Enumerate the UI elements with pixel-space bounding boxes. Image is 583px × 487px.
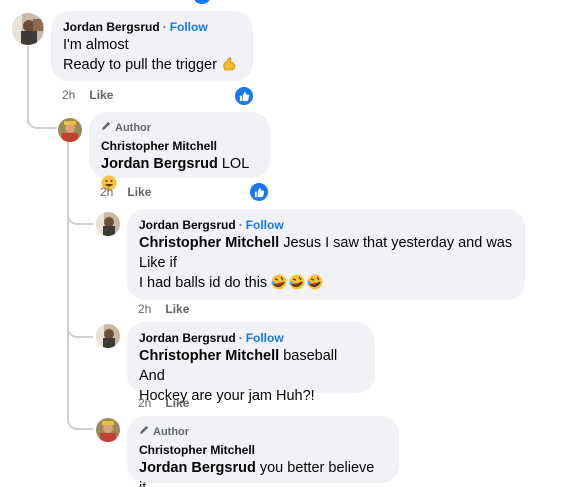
follow-button[interactable]: Follow [246, 218, 284, 232]
comment-text: I'm almost [63, 37, 129, 53]
like-reaction-icon[interactable] [248, 181, 270, 203]
comment-meta: 2h Like [62, 88, 113, 102]
like-button[interactable]: Like [127, 185, 151, 199]
like-reaction-badge [194, 0, 210, 4]
comment-bubble: Jordan Bergsrud · Follow Christopher Mitch… [127, 209, 525, 300]
separator-dot: · [238, 218, 243, 232]
like-reaction-icon[interactable] [233, 85, 255, 107]
avatar[interactable] [12, 13, 44, 45]
comment-meta: 2h Like [100, 185, 151, 199]
comment-bubble: Author Christopher Mitchell Jordan Bergs… [89, 112, 270, 191]
avatar[interactable] [96, 418, 120, 442]
comment-time[interactable]: 2h [100, 185, 113, 199]
author-tag: Author [101, 120, 258, 135]
pencil-icon [101, 120, 112, 135]
avatar[interactable] [96, 212, 120, 236]
comment-meta: 2h Like [138, 396, 189, 410]
comment-text: LOL [217, 156, 249, 172]
follow-button[interactable]: Follow [170, 20, 208, 34]
mention-link[interactable]: Jordan Bergsrud [101, 156, 218, 172]
author-tag-label: Author [153, 425, 190, 438]
comment-text: Ready to pull the trigger [63, 57, 217, 73]
avatar[interactable] [96, 324, 120, 348]
thread-line [67, 142, 69, 412]
thread-curve [67, 410, 93, 430]
author-tag: Author [139, 424, 387, 439]
like-button[interactable]: Like [165, 396, 189, 410]
comment-text: I had balls id do this [139, 275, 272, 291]
comment-time[interactable]: 2h [138, 302, 151, 316]
comment-time[interactable]: 2h [138, 396, 151, 410]
comment-text: Like if [139, 255, 177, 271]
comment-author[interactable]: Jordan Bergsrud [139, 331, 236, 345]
comment-bubble: Jordan Bergsrud · Follow Christopher Mitch… [127, 322, 375, 404]
comment-author[interactable]: Jordan Bergsrud [139, 218, 236, 232]
mention-link[interactable]: Christopher Mitchell [139, 348, 279, 364]
separator-dot: · [162, 20, 167, 34]
comment-thread: Jordan Bergsrud · Follow I'm almost Ready … [0, 0, 583, 487]
comment-bubble: Author Christopher Mitchell Jordan Bergs… [127, 416, 399, 487]
comment-author[interactable]: Jordan Bergsrud [63, 20, 160, 34]
comment-text-line: Ready to pull the trigger [63, 55, 241, 78]
comment-author[interactable]: Christopher Mitchell [101, 138, 258, 154]
avatar[interactable] [58, 118, 82, 142]
thread-curve [67, 318, 93, 338]
thread-curve [67, 205, 93, 225]
like-button[interactable]: Like [89, 88, 113, 102]
separator-dot: · [238, 331, 243, 345]
muscle-emoji [221, 56, 237, 78]
comment-meta: 2h Like [138, 302, 189, 316]
mention-link[interactable]: Christopher Mitchell [139, 235, 279, 251]
mention-link[interactable]: Jordan Bergsrud [139, 460, 256, 476]
comment-bubble: Jordan Bergsrud · Follow I'm almost Ready … [51, 11, 253, 81]
comment-time[interactable]: 2h [62, 88, 75, 102]
thread-curve [27, 110, 57, 129]
author-tag-label: Author [115, 121, 152, 134]
comment-text: Jesus I saw that yesterday and was [279, 235, 513, 251]
rolling-on-floor-laughing-emoji [271, 274, 323, 296]
like-button[interactable]: Like [165, 302, 189, 316]
comment-author[interactable]: Christopher Mitchell [139, 442, 387, 458]
pencil-icon [139, 424, 150, 439]
follow-button[interactable]: Follow [246, 331, 284, 345]
